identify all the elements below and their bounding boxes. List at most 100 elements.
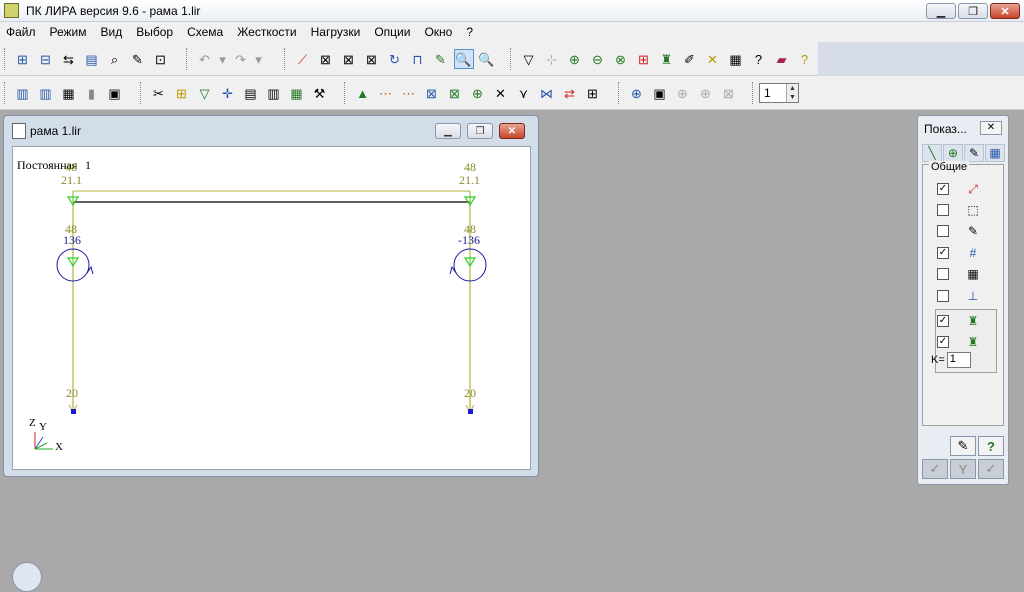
- frame-drawing[interactable]: Постоянная 1 48 21.1 48 21.1 48 136 48 -…: [13, 147, 531, 470]
- results-icon[interactable]: ⊕: [627, 83, 647, 103]
- load-icon[interactable]: ⋯: [399, 83, 419, 103]
- toolbar-grip[interactable]: [618, 82, 621, 104]
- wrench-icon[interactable]: ⚒: [310, 83, 330, 103]
- columns-icon[interactable]: ▥: [36, 83, 56, 103]
- menu-options[interactable]: Опции: [374, 25, 410, 39]
- checkbox-mesh[interactable]: [937, 268, 949, 280]
- close-button[interactable]: ✕: [990, 3, 1020, 19]
- tab-elements-icon[interactable]: ╲: [922, 144, 942, 162]
- solid-icon[interactable]: ▮: [82, 83, 102, 103]
- taskbar-start-icon[interactable]: [12, 562, 42, 592]
- pencil-icon[interactable]: ✎: [431, 49, 451, 69]
- swap-icon[interactable]: ⇆: [59, 49, 79, 69]
- toolbar-grip[interactable]: [4, 48, 7, 70]
- doc-maximize-button[interactable]: ❐: [467, 123, 493, 139]
- new-icon[interactable]: ⊞: [13, 49, 33, 69]
- find-icon[interactable]: ⌕: [105, 49, 125, 69]
- filter-icon[interactable]: ▽: [519, 49, 539, 69]
- add-node-icon[interactable]: ⊞: [172, 83, 192, 103]
- checkbox-eraser[interactable]: [937, 204, 949, 216]
- mode1-icon[interactable]: ⊕: [673, 83, 693, 103]
- zoom-out-icon[interactable]: ⊖: [588, 49, 608, 69]
- mode2-icon[interactable]: ⊕: [696, 83, 716, 103]
- projection-xz-icon[interactable]: ⊠: [316, 49, 336, 69]
- checkbox-pencil[interactable]: [937, 225, 949, 237]
- distributed-load-icon[interactable]: ⋯: [376, 83, 396, 103]
- toolbar-grip[interactable]: [4, 82, 7, 104]
- toolbar-grip[interactable]: [186, 48, 189, 70]
- axes-icon[interactable]: ⟋: [293, 49, 313, 69]
- help-icon[interactable]: ?: [795, 49, 815, 69]
- edit-icon[interactable]: ✎: [128, 49, 148, 69]
- toolbar-grip[interactable]: [140, 82, 143, 104]
- tab-loads-icon[interactable]: ✎: [964, 144, 984, 162]
- mode3-icon[interactable]: ⊠: [719, 83, 739, 103]
- menu-stiffness[interactable]: Жесткости: [237, 25, 296, 39]
- stack-icon[interactable]: ▦: [287, 83, 307, 103]
- panel-filter-button[interactable]: Y: [950, 459, 976, 479]
- menu-mode[interactable]: Режим: [50, 25, 87, 39]
- zoom-reset-icon[interactable]: ⊗: [611, 49, 631, 69]
- zoom-in-icon[interactable]: ⊕: [565, 49, 585, 69]
- paste-icon[interactable]: ▥: [264, 83, 284, 103]
- projection-yz-icon[interactable]: ⊠: [362, 49, 382, 69]
- checkbox-axes[interactable]: ✓: [937, 183, 949, 195]
- k-input[interactable]: 1: [946, 352, 971, 368]
- hinge-icon[interactable]: ⊕: [468, 83, 488, 103]
- move-icon[interactable]: ✛: [218, 83, 238, 103]
- zoom-all-icon[interactable]: 🔍: [477, 49, 497, 69]
- transfer-icon[interactable]: ⇄: [560, 83, 580, 103]
- spinner-up-icon[interactable]: ▲: [789, 85, 796, 92]
- menu-scheme[interactable]: Схема: [187, 25, 223, 39]
- triangle-icon[interactable]: ▲: [353, 83, 373, 103]
- fork-icon[interactable]: ⋎: [514, 83, 534, 103]
- panel-apply-button[interactable]: ✓: [922, 459, 948, 479]
- toolbar-grip[interactable]: [284, 48, 287, 70]
- spinner-down-icon[interactable]: ▼: [789, 94, 796, 101]
- link-icon[interactable]: ⋈: [537, 83, 557, 103]
- menu-view[interactable]: Вид: [101, 25, 123, 39]
- grid-icon[interactable]: ⊞: [634, 49, 654, 69]
- zoom-icon[interactable]: 🔍: [453, 49, 474, 69]
- table-icon[interactable]: ⊞: [583, 83, 603, 103]
- tab-color-icon[interactable]: ▦: [985, 144, 1005, 162]
- redo-icon[interactable]: ↷: [231, 49, 251, 69]
- tab-nodes-icon[interactable]: ⊕: [943, 144, 963, 162]
- cross-icon[interactable]: ✕: [491, 83, 511, 103]
- context-help-icon[interactable]: ?: [749, 49, 769, 69]
- maximize-button[interactable]: ❐: [958, 3, 988, 19]
- rotate-icon[interactable]: ↻: [385, 49, 405, 69]
- checkbox-support-1[interactable]: ✓: [937, 315, 949, 327]
- layers-icon[interactable]: ▦: [726, 49, 746, 69]
- doc-minimize-button[interactable]: ▁: [435, 123, 461, 139]
- delete-icon[interactable]: ✕: [703, 49, 723, 69]
- panel-help-button[interactable]: ?: [978, 436, 1004, 456]
- undo-icon[interactable]: ↶: [195, 49, 215, 69]
- projection-xy-icon[interactable]: ⊠: [339, 49, 359, 69]
- toolbar-grip[interactable]: [752, 82, 755, 104]
- node-load-icon[interactable]: ⊠: [422, 83, 442, 103]
- scheme-icon[interactable]: ▥: [13, 83, 33, 103]
- support-add-icon[interactable]: ▽: [195, 83, 215, 103]
- minimize-button[interactable]: ▁: [926, 3, 956, 19]
- checkbox-grid[interactable]: ✓: [937, 247, 949, 259]
- menu-window[interactable]: Окно: [424, 25, 452, 39]
- support-icon[interactable]: ♜: [657, 49, 677, 69]
- checkbox-scale[interactable]: [937, 290, 949, 302]
- menu-file[interactable]: Файл: [6, 25, 36, 39]
- toolbar-grip[interactable]: [510, 48, 513, 70]
- book-icon[interactable]: ▰: [772, 49, 792, 69]
- selection-icon[interactable]: ⊹: [542, 49, 562, 69]
- print-icon[interactable]: ⊡: [151, 49, 171, 69]
- load-case-spinner[interactable]: 1 ▲ ▼: [759, 83, 799, 103]
- undo-dropdown-icon[interactable]: ▾: [218, 49, 228, 69]
- panel-ok-button[interactable]: ✓: [978, 459, 1004, 479]
- document-icon[interactable]: ▤: [82, 49, 102, 69]
- mesh-icon[interactable]: ▦: [59, 83, 79, 103]
- panel-close-button[interactable]: ✕: [980, 121, 1002, 135]
- element-load-icon[interactable]: ⊠: [445, 83, 465, 103]
- redo-dropdown-icon[interactable]: ▾: [254, 49, 264, 69]
- checkbox-support-2[interactable]: ✓: [937, 336, 949, 348]
- cut-icon[interactable]: ✂: [149, 83, 169, 103]
- box-icon[interactable]: ▣: [105, 83, 125, 103]
